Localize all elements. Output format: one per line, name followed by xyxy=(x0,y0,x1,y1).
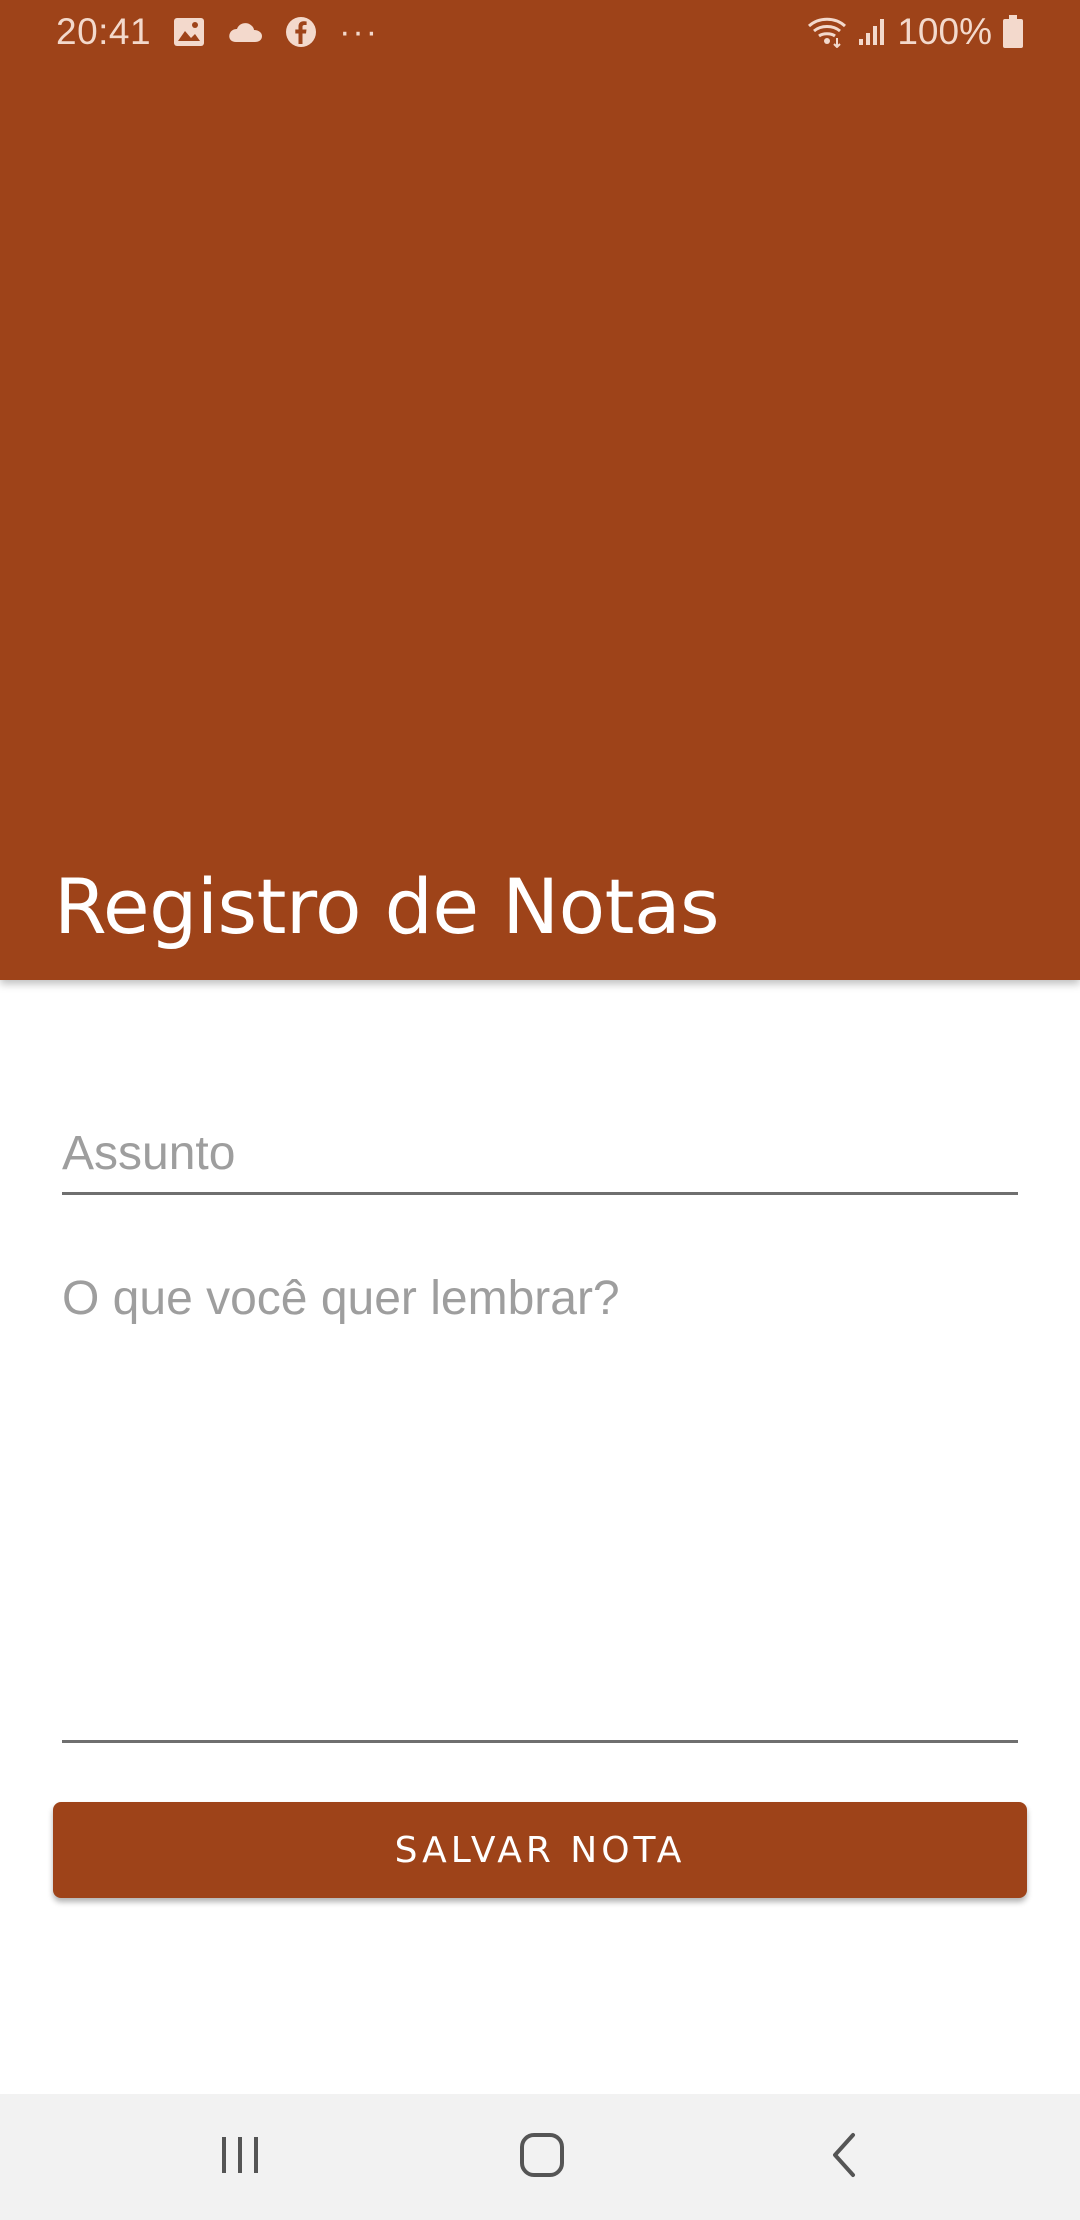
subject-field[interactable] xyxy=(62,1118,1018,1195)
note-body-field[interactable] xyxy=(62,1268,1018,1743)
subject-input[interactable] xyxy=(62,1118,1018,1188)
battery-icon xyxy=(1002,15,1024,49)
status-left: 20:41 ··· xyxy=(56,10,379,54)
app-header: 20:41 ··· 100% Registro de Notas xyxy=(0,0,1080,980)
home-icon xyxy=(519,2132,565,2183)
save-note-button[interactable]: SALVAR NOTA xyxy=(53,1802,1027,1898)
note-screen: 20:41 ··· 100% Registro de Notas Assunto… xyxy=(0,0,1080,2220)
more-notifications-icon: ··· xyxy=(339,12,380,51)
back-icon xyxy=(829,2132,859,2183)
wifi-icon xyxy=(807,16,847,48)
status-time: 20:41 xyxy=(56,11,152,52)
page-title: Registro de Notas xyxy=(54,862,720,951)
home-button[interactable] xyxy=(482,2114,602,2200)
image-icon xyxy=(173,17,205,47)
status-bar: 20:41 ··· 100% xyxy=(0,0,1080,64)
recents-button[interactable] xyxy=(180,2114,300,2200)
back-button[interactable] xyxy=(784,2114,904,2200)
battery-percent: 100% xyxy=(897,11,992,52)
recents-icon xyxy=(218,2135,262,2180)
note-body-input[interactable] xyxy=(62,1268,1018,1728)
facebook-icon xyxy=(285,16,317,48)
signal-icon xyxy=(857,17,887,47)
navigation-bar xyxy=(0,2094,1080,2220)
status-right: 100% xyxy=(807,10,1024,54)
cloud-icon xyxy=(227,20,263,44)
